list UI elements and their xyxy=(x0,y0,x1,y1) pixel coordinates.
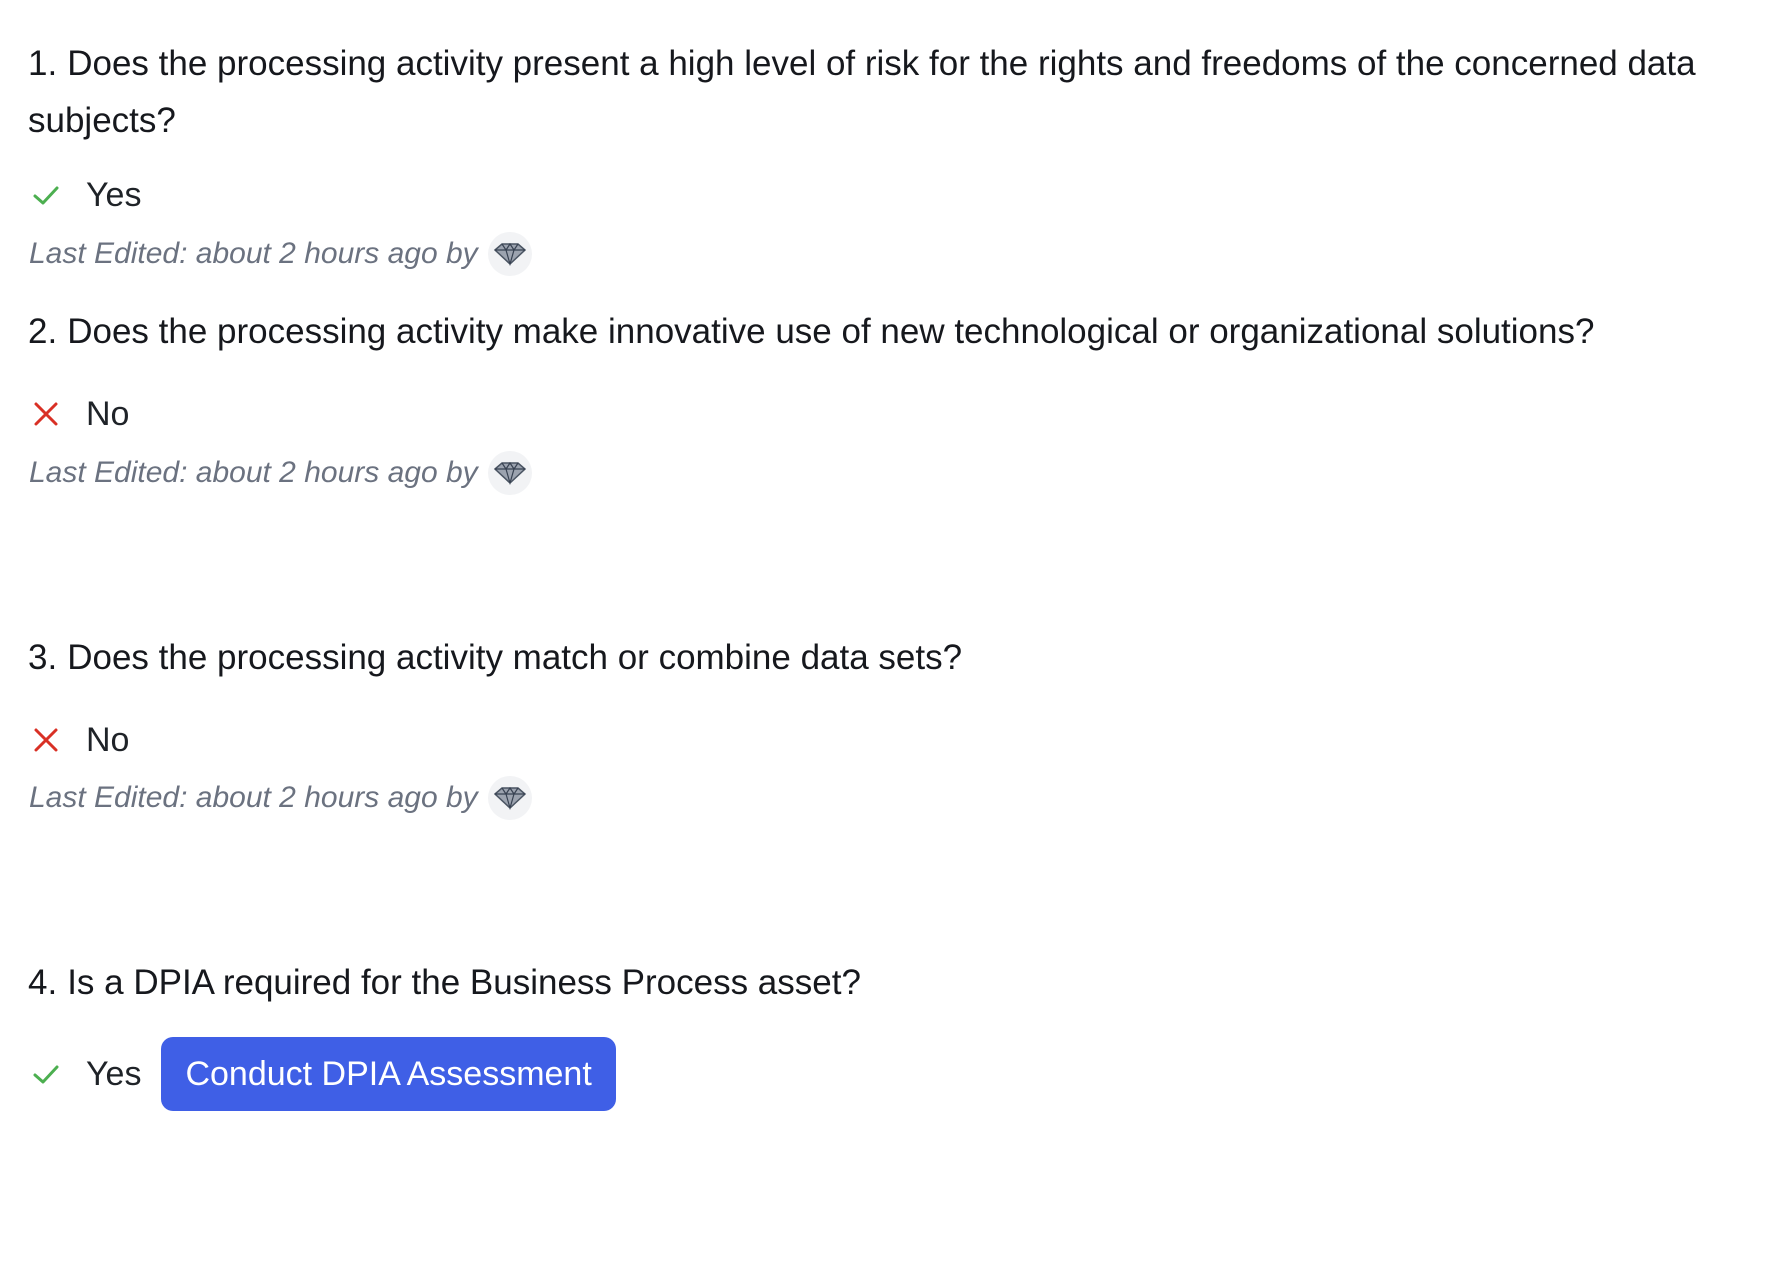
question-number: 2. xyxy=(28,312,58,351)
last-edited-text: Last Edited: about 2 hours ago by xyxy=(29,237,478,270)
question-text: Is a DPIA required for the Business Proc… xyxy=(67,963,861,1002)
avatar[interactable] xyxy=(487,232,532,276)
answer-row-2: No xyxy=(28,377,129,451)
question-text: Does the processing activity present a h… xyxy=(28,44,1696,140)
question-1: 1. Does the processing activity present a… xyxy=(28,35,1768,149)
diamond-avatar-icon xyxy=(493,461,526,485)
diamond-avatar-icon xyxy=(493,242,526,266)
question-number: 4. xyxy=(28,963,58,1002)
question-text: Does the processing activity make innova… xyxy=(67,312,1595,351)
answer-label: No xyxy=(86,720,130,759)
conduct-dpia-assessment-button[interactable]: Conduct DPIA Assessment xyxy=(161,1037,616,1111)
question-3: 3. Does the processing activity match or … xyxy=(28,629,1768,686)
answer-label: No xyxy=(86,394,130,433)
last-edited: Last Edited: about 2 hours ago by xyxy=(29,230,532,278)
last-edited: Last Edited: about 2 hours ago by xyxy=(29,774,532,822)
answer-label: Yes xyxy=(86,175,142,214)
last-edited-text: Last Edited: about 2 hours ago by xyxy=(29,456,478,489)
avatar[interactable] xyxy=(487,451,532,495)
answer-row-1: Yes xyxy=(28,158,141,232)
check-icon xyxy=(28,177,64,213)
question-text: Does the processing activity match or co… xyxy=(67,638,963,677)
answer-row-3: No xyxy=(28,703,129,777)
question-4: 4. Is a DPIA required for the Business Pr… xyxy=(28,954,1768,1011)
last-edited: Last Edited: about 2 hours ago by xyxy=(29,449,532,497)
x-icon xyxy=(28,396,64,432)
check-icon xyxy=(28,1056,64,1092)
question-2: 2. Does the processing activity make inno… xyxy=(28,303,1768,360)
question-number: 1. xyxy=(28,44,58,83)
avatar[interactable] xyxy=(487,776,532,820)
question-number: 3. xyxy=(28,638,58,677)
answer-label: Yes xyxy=(86,1054,142,1093)
last-edited-text: Last Edited: about 2 hours ago by xyxy=(29,781,478,814)
x-icon xyxy=(28,722,64,758)
answer-row-4: Yes Conduct DPIA Assessment xyxy=(28,1037,616,1111)
diamond-avatar-icon xyxy=(493,786,526,810)
